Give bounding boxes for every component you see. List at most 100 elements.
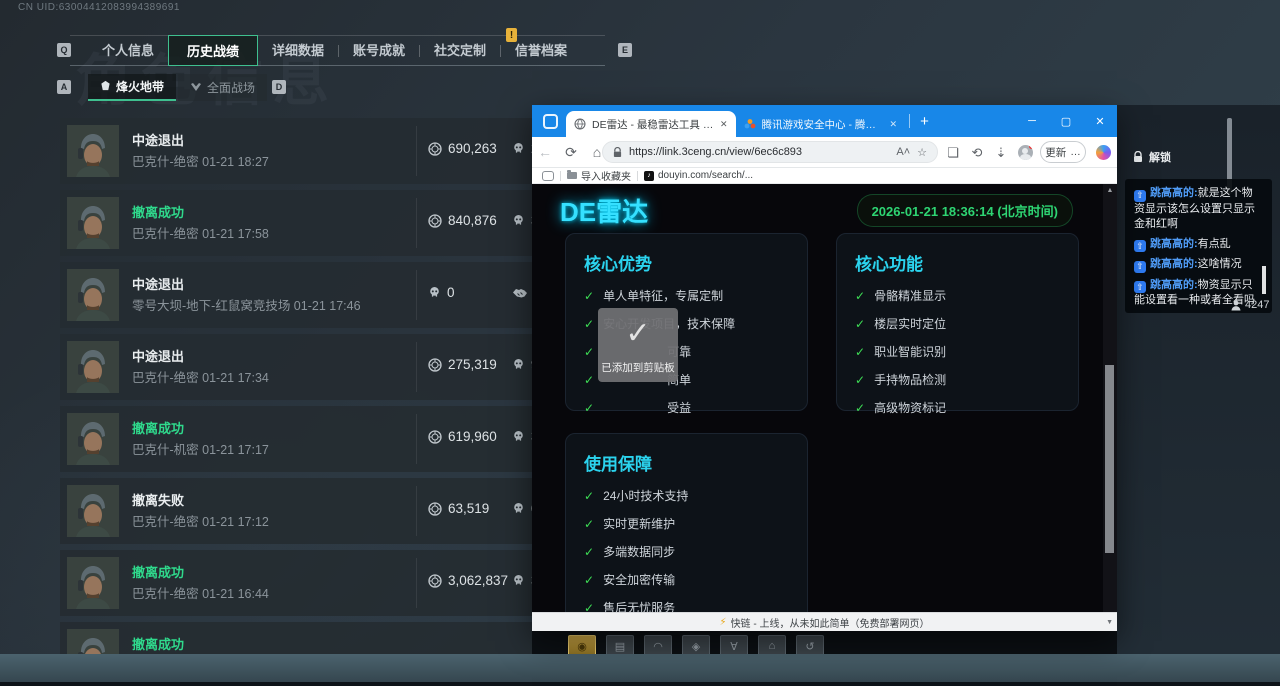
timestamp-pill: 2026-01-21 18:36:14 (北京时间) <box>857 194 1073 227</box>
screen: 角色信息 CN UID:63004412083994389691 Q E A D… <box>0 0 1280 686</box>
match-detail: 巴克什-绝密 01-21 16:44 <box>132 583 269 602</box>
bookmark-1[interactable]: 导入收藏夹 <box>567 168 631 183</box>
tab-title: DE雷达 - 最稳雷达工具 实力开发 <box>592 117 714 132</box>
clipboard-toast: ✓ 已添加到剪贴板 <box>598 308 678 382</box>
check-icon: ✓ <box>584 545 594 559</box>
favorites-bar-icon[interactable]: ❏ <box>942 137 964 168</box>
card-item-text: 受益 <box>667 399 691 416</box>
check-icon: ✓ <box>584 345 594 359</box>
workspace-icon[interactable] <box>543 114 558 129</box>
card-item: ✓楼层实时定位 <box>855 315 1060 332</box>
browser-tab-2[interactable]: 腾讯游戏安全中心 - 腾讯游戏✕ <box>736 111 906 137</box>
card-item-text: 手持物品检测 <box>874 371 946 388</box>
avatar <box>67 557 119 609</box>
subtab-烽火地带[interactable]: 烽火地带 <box>88 74 176 101</box>
avatar <box>67 485 119 537</box>
favorite-star-icon[interactable]: ☆ <box>917 146 927 159</box>
chat-message: ⇧跳高高的:有点乱 <box>1134 237 1263 253</box>
scroll-up-arrow[interactable]: ▲ <box>1103 187 1117 194</box>
coin-icon <box>428 502 442 516</box>
level-badge-icon: ⇧ <box>1134 261 1146 273</box>
skull-icon <box>512 502 525 515</box>
skull-icon <box>512 574 525 587</box>
close-button[interactable]: ✕ <box>1083 105 1117 137</box>
stat-coin: 690,263 <box>428 141 497 156</box>
bookmark-2[interactable]: ♪douyin.com/search/... <box>644 170 753 181</box>
browser-tabstrip: DE雷达 - 最稳雷达工具 实力开发✕腾讯游戏安全中心 - 腾讯游戏✕+ <box>566 105 929 137</box>
chat-text: 有点乱 <box>1198 238 1231 250</box>
tab-close-icon[interactable]: ✕ <box>890 119 898 130</box>
stat-value: 840,876 <box>448 213 497 228</box>
match-status: 中途退出 <box>132 274 184 293</box>
history-icon[interactable]: ⟲ <box>966 137 988 168</box>
card-item: ✓受益 <box>584 399 789 416</box>
scroll-down-arrow[interactable]: ▼ <box>1106 619 1113 626</box>
read-aloud-icon[interactable]: A˄ <box>896 146 910 158</box>
rank-badge-icon <box>100 80 111 94</box>
unlock-row[interactable]: 解锁 <box>1133 149 1171 165</box>
stat-coin: 619,960 <box>428 429 497 444</box>
card-item: ✓职业智能识别 <box>855 343 1060 360</box>
browser-tab-1[interactable]: DE雷达 - 最稳雷达工具 实力开发 ✕ <box>566 111 736 137</box>
subtab-全面战场[interactable]: 全面战场 <box>178 74 267 101</box>
key-hint-d: D <box>272 80 286 94</box>
sidebar-icon[interactable] <box>542 171 554 181</box>
status-bar-text[interactable]: 快链 - 上线，从未如此简单（免费部署网页） <box>731 615 930 630</box>
tab-信誉档案[interactable]: 信誉档案 <box>501 35 581 66</box>
match-status: 撤离成功 <box>132 202 184 221</box>
profile-avatar[interactable] <box>1014 137 1036 168</box>
tab-个人信息[interactable]: 个人信息 <box>88 35 168 66</box>
match-detail: 巴克什-绝密 01-21 17:12 <box>132 511 269 530</box>
tab-账号成就[interactable]: 账号成就 <box>339 35 419 66</box>
row-divider <box>416 342 417 392</box>
viewer-count: 4247 <box>1231 299 1269 311</box>
match-detail: 零号大坝-地下-红鼠窝竞技场 01-21 17:46 <box>132 295 361 314</box>
check-icon: ✓ <box>584 489 594 503</box>
chat-username[interactable]: 跳高高的: <box>1150 258 1198 270</box>
card-item: ✓单人单特征，专属定制 <box>584 287 789 304</box>
tab-社交定制[interactable]: 社交定制 <box>420 35 500 66</box>
level-badge-icon: ⇧ <box>1134 281 1146 293</box>
copilot-icon[interactable] <box>1092 137 1114 168</box>
handshake-icon <box>512 287 528 299</box>
update-button[interactable]: 更新 … <box>1040 141 1086 163</box>
chat-username[interactable]: 跳高高的: <box>1150 187 1198 199</box>
tab-历史战绩[interactable]: 历史战绩 <box>168 35 258 66</box>
bookmark-label: 导入收藏夹 <box>581 168 631 183</box>
tab-close-icon[interactable]: ✕ <box>720 119 728 130</box>
downloads-icon[interactable]: ⇣ <box>990 137 1012 168</box>
new-tab-button[interactable]: + <box>920 113 929 130</box>
back-button[interactable]: ← <box>532 144 558 160</box>
key-hint-a: A <box>57 80 71 94</box>
bottom-edge <box>0 682 1280 686</box>
chat-username[interactable]: 跳高高的: <box>1150 238 1198 250</box>
match-detail: 巴克什-绝密 01-21 17:34 <box>132 367 269 386</box>
window-controls: ─ ▢ ✕ <box>1015 105 1117 137</box>
stat-value: 690,263 <box>448 141 497 156</box>
chat-message: ⇧跳高高的:这啥情况 <box>1134 257 1263 273</box>
row-divider <box>416 198 417 248</box>
chat-scrollbar-thumb[interactable] <box>1262 266 1266 294</box>
browser-titlebar[interactable]: DE雷达 - 最稳雷达工具 实力开发✕腾讯游戏安全中心 - 腾讯游戏✕+ ─ ▢… <box>532 105 1117 137</box>
scrollbar-thumb[interactable] <box>1105 365 1114 553</box>
card-item: ✓手持物品检测 <box>855 371 1060 388</box>
tab-divider <box>909 114 910 128</box>
page-scrollbar[interactable]: ▲ <box>1103 184 1117 612</box>
folder-icon <box>567 172 577 179</box>
stat-value: 63,519 <box>448 501 489 516</box>
address-bar[interactable]: https://link.3ceng.cn/view/6ec6c893 A˄ ☆ <box>602 141 938 163</box>
refresh-button[interactable]: ⟳ <box>558 144 584 161</box>
more-menu-icon[interactable]: … <box>1070 146 1081 158</box>
check-icon: ✓ <box>855 317 865 331</box>
card-item-text: 安全加密传输 <box>603 571 675 588</box>
unlock-label: 解锁 <box>1149 149 1171 165</box>
card-item-text: 24小时技术支持 <box>603 487 688 504</box>
card-item-text: 售后无忧服务 <box>603 599 675 612</box>
tab-详细数据[interactable]: 详细数据 <box>258 35 338 66</box>
check-icon: ✓ <box>584 289 594 303</box>
skull-icon <box>512 430 525 443</box>
chat-username[interactable]: 跳高高的: <box>1150 279 1198 291</box>
minimize-button[interactable]: ─ <box>1015 105 1049 137</box>
card-title: 核心优势 <box>584 250 789 275</box>
maximize-button[interactable]: ▢ <box>1049 105 1083 137</box>
